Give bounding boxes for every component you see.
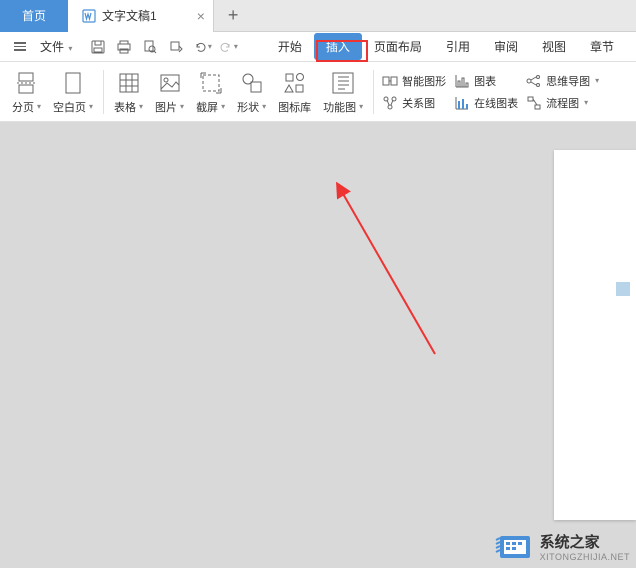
- ribbon-screenshot[interactable]: 截屏▾: [190, 69, 231, 115]
- ribbon-picture[interactable]: 图片▾: [149, 69, 190, 115]
- chevron-down-icon: ▾: [262, 102, 266, 111]
- ribbon-blank-page[interactable]: 空白页▾: [47, 69, 99, 115]
- chevron-down-icon: ▾: [89, 102, 93, 111]
- ribbon-smartart-group: 智能图形 关系图: [378, 73, 450, 111]
- watermark: 系统之家 XITONGZHIJIA.NET: [494, 530, 630, 562]
- picture-icon: [156, 69, 184, 97]
- relation-chart-icon: [382, 95, 398, 111]
- file-menu-label: 文件: [40, 40, 64, 54]
- ribbon-mindmap-label: 思维导图: [546, 73, 590, 89]
- ribbon-icon-library-label: 图标库: [278, 99, 311, 115]
- watermark-title: 系统之家: [540, 531, 630, 552]
- shapes-icon: [238, 69, 266, 97]
- ribbon-relation-chart-label: 关系图: [402, 95, 435, 111]
- ribbon-smartart-label: 智能图形: [402, 73, 446, 89]
- ribbon-page-break[interactable]: 分页▾: [6, 69, 47, 115]
- chart-icon: [454, 73, 470, 89]
- ribbon-shapes-label: 形状: [237, 99, 259, 115]
- menu-tab-insert[interactable]: 插入: [314, 33, 362, 60]
- print-preview-icon[interactable]: [138, 35, 162, 59]
- ribbon-mindmap-group: 思维导图 ▾ 流程图 ▾: [522, 73, 603, 111]
- blank-page-icon: [59, 69, 87, 97]
- mindmap-icon: [526, 73, 542, 89]
- ribbon-picture-label: 图片: [155, 99, 177, 115]
- ribbon-mindmap[interactable]: 思维导图 ▾: [526, 73, 599, 89]
- menu-tab-chapter[interactable]: 章节: [578, 33, 626, 60]
- undo-icon[interactable]: ▾: [190, 35, 214, 59]
- tab-bar: 首页 文字文稿1 × +: [0, 0, 636, 32]
- ribbon-screenshot-label: 截屏: [196, 99, 218, 115]
- format-icon[interactable]: [164, 35, 188, 59]
- close-tab-button[interactable]: ×: [197, 8, 205, 24]
- new-tab-button[interactable]: +: [214, 0, 253, 32]
- menu-tab-view[interactable]: 视图: [530, 33, 578, 60]
- ribbon-chart-label: 图表: [474, 73, 496, 89]
- document-canvas: 系统之家 XITONGZHIJIA.NET: [0, 122, 636, 568]
- chevron-down-icon: ▾: [68, 44, 72, 53]
- chevron-down-icon: ▾: [359, 102, 363, 111]
- file-menu[interactable]: 文件 ▾: [32, 34, 80, 59]
- page-break-icon: [13, 69, 41, 97]
- menu-bar: 文件 ▾ ▾ ▾ 开始 插入 页面布局 引用 审阅 视图 章节: [0, 32, 636, 62]
- ribbon-flowchart-label: 流程图: [546, 95, 579, 111]
- ribbon-online-chart[interactable]: 在线图表: [454, 95, 518, 111]
- divider: [373, 70, 374, 114]
- icon-library-icon: [281, 69, 309, 97]
- ribbon-toolbar: 分页▾ 空白页▾ 表格▾ 图片▾ 截屏▾ 形状▾ 图标库 功能图▾ 智: [0, 62, 636, 122]
- chevron-down-icon: ▾: [180, 102, 184, 111]
- ribbon-function-chart[interactable]: 功能图▾: [317, 69, 369, 115]
- chevron-down-icon: ▾: [234, 42, 238, 51]
- ribbon-smartart[interactable]: 智能图形: [382, 73, 446, 89]
- chevron-down-icon: ▾: [595, 76, 599, 85]
- annotation-arrow: [320, 182, 460, 362]
- flowchart-icon: [526, 95, 542, 111]
- tab-home[interactable]: 首页: [0, 0, 68, 32]
- ribbon-blank-page-label: 空白页: [53, 99, 86, 115]
- chevron-down-icon: ▾: [37, 102, 41, 111]
- document-page[interactable]: [554, 150, 636, 520]
- print-icon[interactable]: [112, 35, 136, 59]
- ribbon-function-chart-label: 功能图: [323, 99, 356, 115]
- table-icon: [115, 69, 143, 97]
- ribbon-relation-chart[interactable]: 关系图: [382, 95, 446, 111]
- ribbon-shapes[interactable]: 形状▾: [231, 69, 272, 115]
- menu-tab-page-layout[interactable]: 页面布局: [362, 33, 434, 60]
- chevron-down-icon: ▾: [139, 102, 143, 111]
- hamburger-menu-icon[interactable]: [10, 38, 30, 55]
- ribbon-online-chart-label: 在线图表: [474, 95, 518, 111]
- chevron-down-icon: ▾: [208, 42, 212, 51]
- watermark-logo-icon: [494, 530, 534, 562]
- tab-document[interactable]: 文字文稿1 ×: [68, 0, 214, 32]
- smartart-icon: [382, 73, 398, 89]
- word-doc-icon: [82, 9, 96, 23]
- screenshot-icon: [197, 69, 225, 97]
- redo-icon[interactable]: ▾: [216, 35, 240, 59]
- tab-document-label: 文字文稿1: [102, 7, 157, 24]
- menu-tab-references[interactable]: 引用: [434, 33, 482, 60]
- divider: [103, 70, 104, 114]
- save-icon[interactable]: [86, 35, 110, 59]
- function-chart-icon: [329, 69, 357, 97]
- page-marker-icon: [616, 282, 630, 296]
- watermark-subtitle: XITONGZHIJIA.NET: [540, 552, 630, 562]
- ribbon-page-break-label: 分页: [12, 99, 34, 115]
- ribbon-flowchart[interactable]: 流程图 ▾: [526, 95, 599, 111]
- chevron-down-icon: ▾: [221, 102, 225, 111]
- ribbon-table-label: 表格: [114, 99, 136, 115]
- menu-tabs: 开始 插入 页面布局 引用 审阅 视图 章节: [266, 33, 626, 60]
- menu-tab-start[interactable]: 开始: [266, 33, 314, 60]
- ribbon-chart[interactable]: 图表: [454, 73, 518, 89]
- ribbon-table[interactable]: 表格▾: [108, 69, 149, 115]
- chevron-down-icon: ▾: [584, 98, 588, 107]
- ribbon-icon-library[interactable]: 图标库: [272, 69, 317, 115]
- ribbon-chart-group: 图表 在线图表: [450, 73, 522, 111]
- online-chart-icon: [454, 95, 470, 111]
- menu-tab-review[interactable]: 审阅: [482, 33, 530, 60]
